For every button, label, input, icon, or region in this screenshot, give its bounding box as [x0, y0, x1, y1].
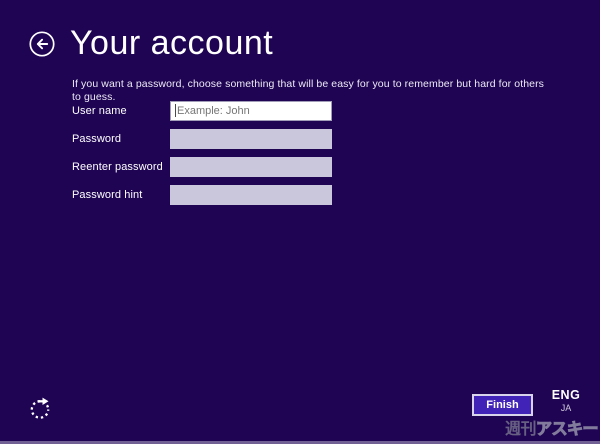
- setup-screen: Your account If you want a password, cho…: [0, 0, 600, 444]
- back-arrow-icon: [29, 31, 55, 57]
- finish-button[interactable]: Finish: [472, 394, 533, 416]
- reenter-password-label: Reenter password: [72, 161, 163, 173]
- text-caret: [175, 104, 176, 117]
- username-input[interactable]: [170, 101, 332, 121]
- password-label: Password: [72, 133, 122, 145]
- form-row-password: Password: [72, 129, 332, 149]
- reenter-password-input[interactable]: [170, 157, 332, 177]
- username-label: User name: [72, 105, 127, 117]
- watermark-text-filled: 週刊: [504, 421, 537, 438]
- ease-of-access-button[interactable]: [28, 396, 53, 421]
- language-primary: ENG: [551, 388, 581, 402]
- form-row-username: User name: [72, 101, 332, 121]
- watermark-text-outline: アスキー: [535, 421, 599, 439]
- account-form: User name Password Reenter password Pass…: [72, 101, 332, 213]
- form-row-reenter-password: Reenter password: [72, 157, 332, 177]
- page-title: Your account: [70, 24, 274, 62]
- ease-of-access-icon: [30, 397, 50, 419]
- back-button[interactable]: [29, 31, 55, 57]
- password-input[interactable]: [170, 129, 332, 149]
- form-row-password-hint: Password hint: [72, 185, 332, 205]
- password-hint-input[interactable]: [170, 185, 332, 205]
- password-hint-label: Password hint: [72, 189, 143, 201]
- language-secondary: JA: [560, 403, 572, 413]
- watermark-logo: 週刊アスキー: [504, 415, 599, 439]
- language-indicator[interactable]: ENG JA: [542, 388, 590, 413]
